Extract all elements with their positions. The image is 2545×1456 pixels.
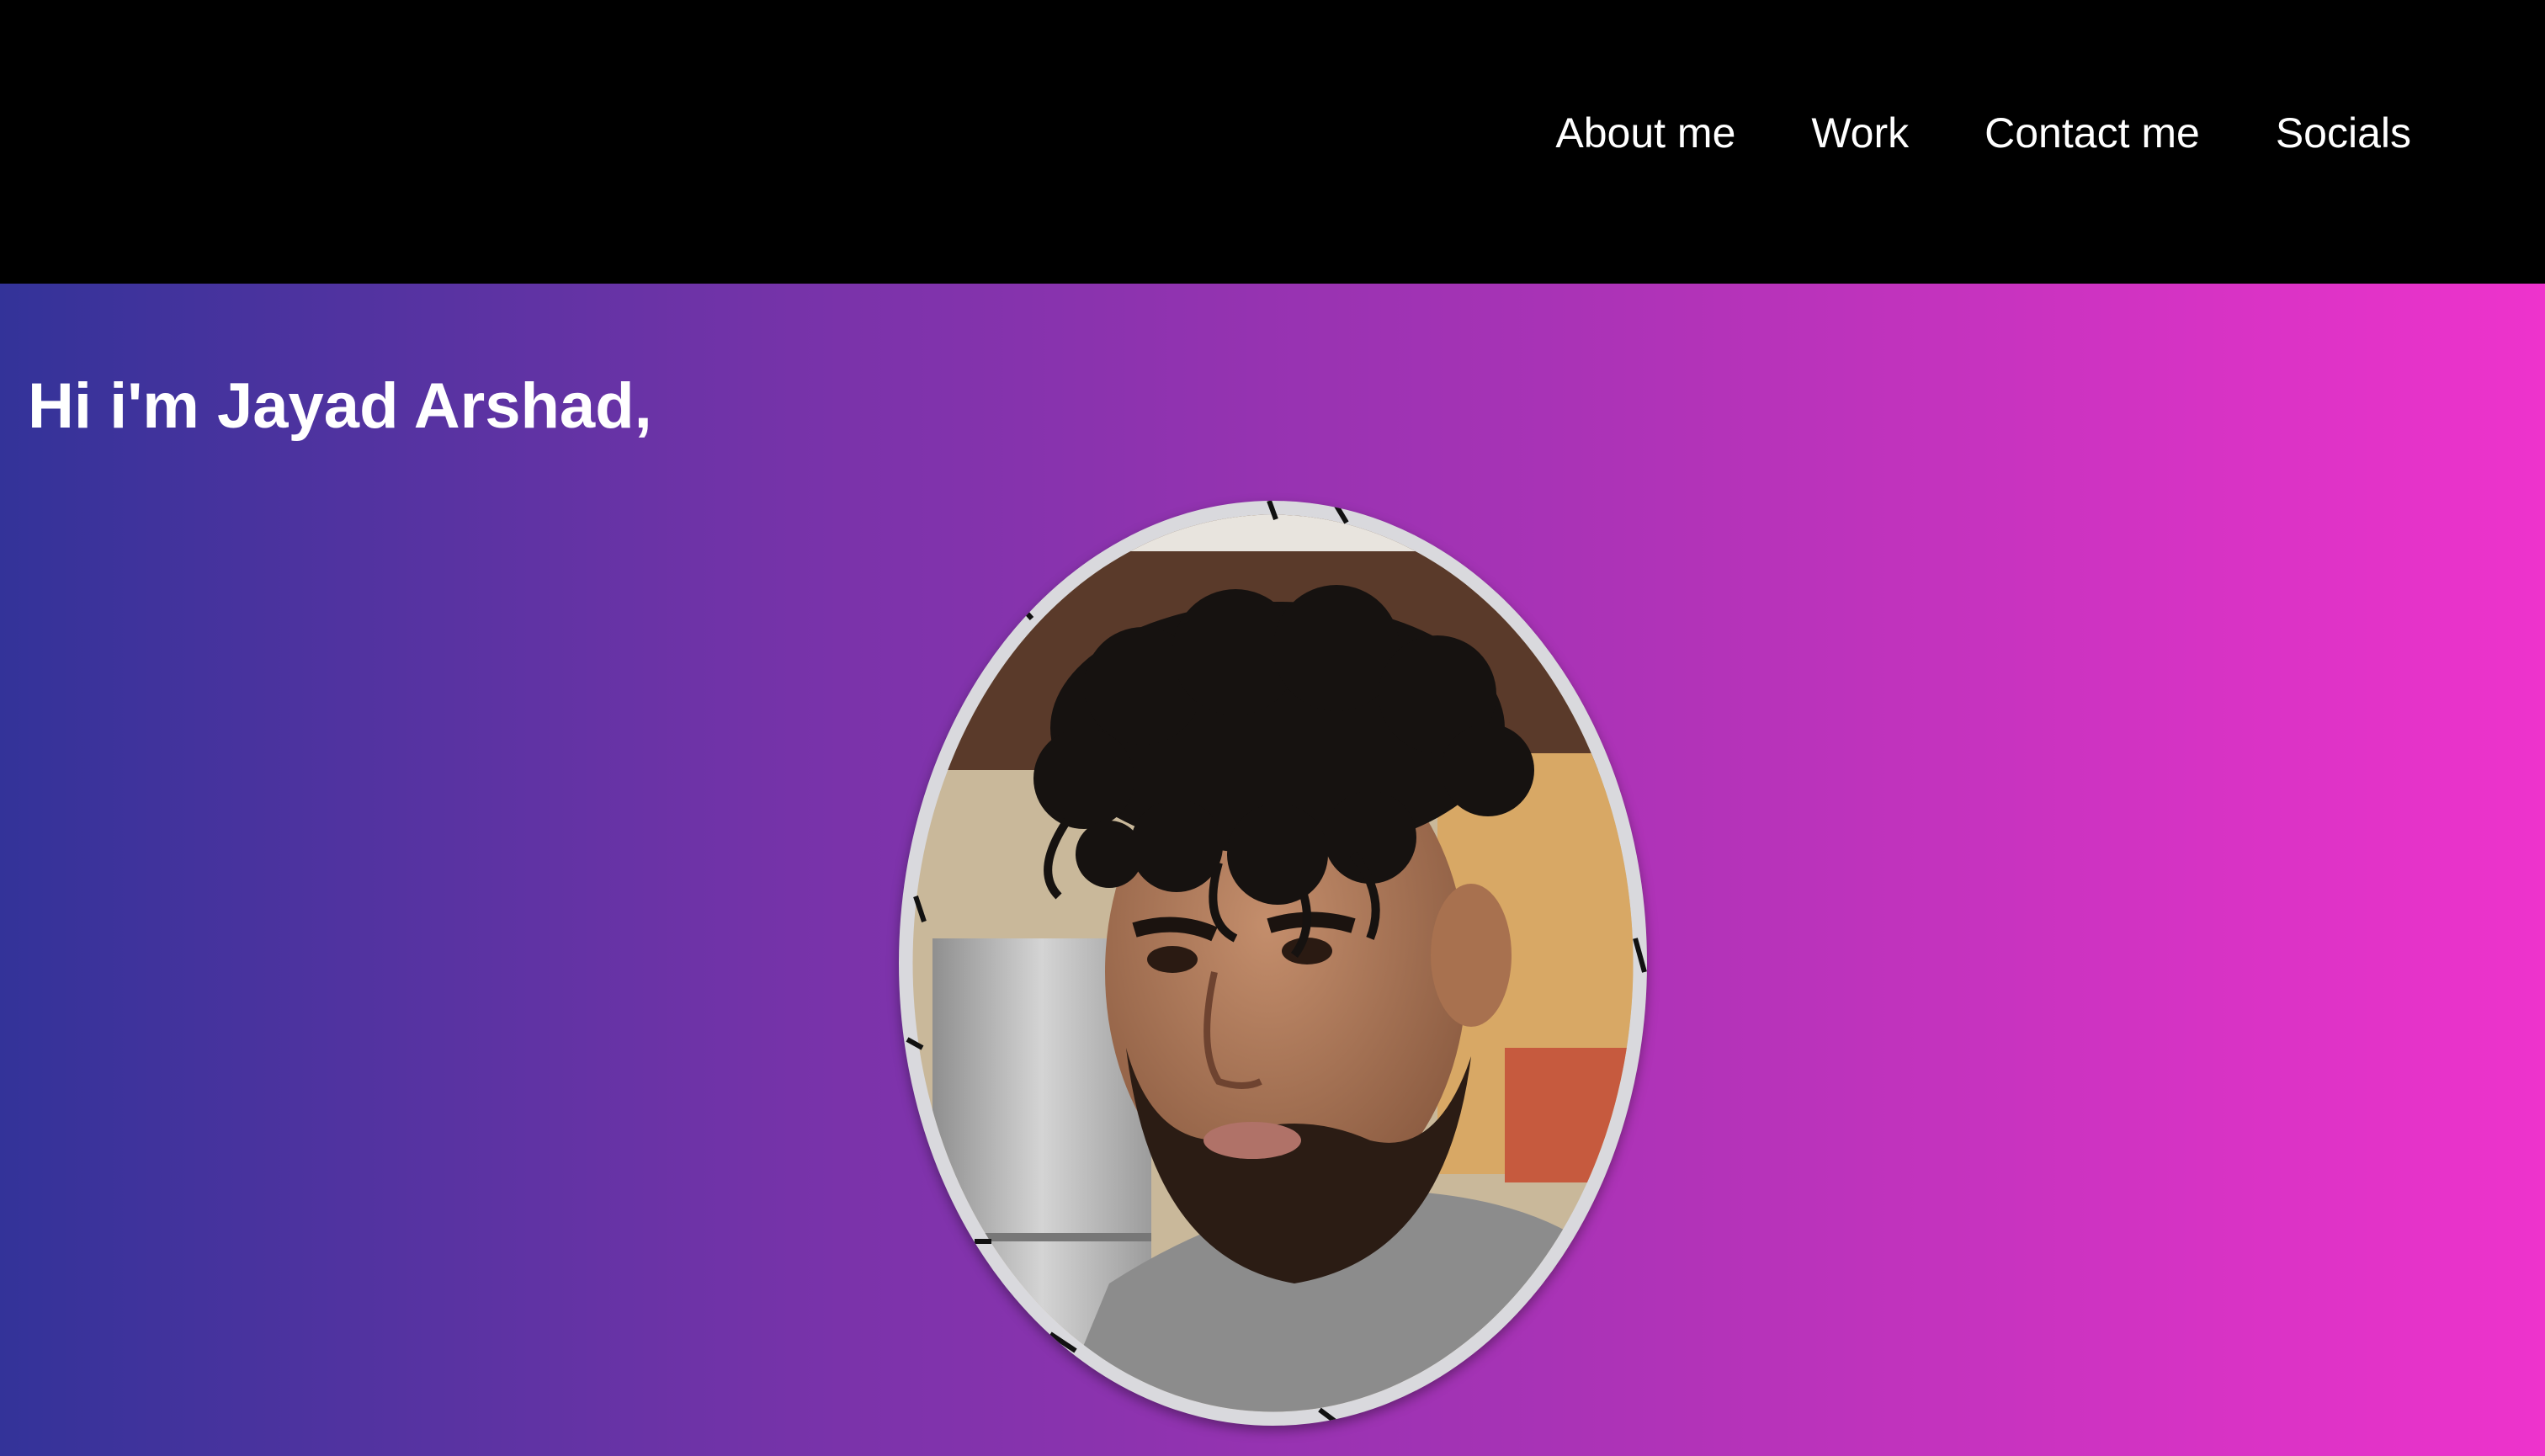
nav-item-about: About me: [1555, 108, 1735, 158]
hero-section: Hi i'm Jayad Arshad,: [0, 284, 2545, 1456]
nav-link-contact-me[interactable]: Contact me: [1984, 109, 2200, 157]
nav-item-contact: Contact me: [1984, 108, 2200, 158]
profile-photo-frame: [899, 501, 1647, 1426]
nav-link-about-me[interactable]: About me: [1555, 109, 1735, 157]
nav-link-socials[interactable]: Socials: [2276, 109, 2411, 157]
nav-item-work: Work: [1811, 108, 1909, 158]
nav-item-socials: Socials: [2276, 108, 2411, 158]
hero-greeting: Hi i'm Jayad Arshad,: [28, 370, 652, 442]
top-navbar: About me Work Contact me Socials: [0, 0, 2545, 284]
nav-links: About me Work Contact me Socials: [1555, 108, 2411, 158]
nav-link-work[interactable]: Work: [1811, 109, 1909, 157]
profile-photo: [906, 501, 1647, 1425]
